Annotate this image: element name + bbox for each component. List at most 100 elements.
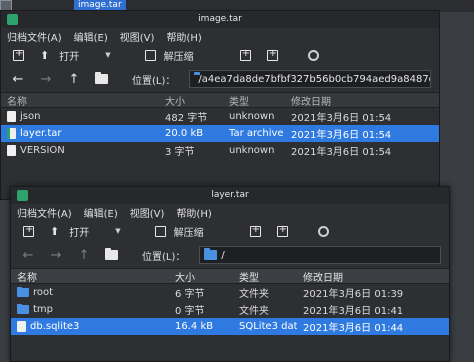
- forward-arrow-icon[interactable]: →: [39, 72, 53, 87]
- new-archive-button[interactable]: [9, 46, 28, 64]
- location-path: /: [221, 249, 225, 261]
- new-archive-icon: [13, 48, 24, 61]
- column-type[interactable]: 类型: [223, 93, 285, 108]
- folder-icon: [204, 248, 218, 260]
- add-files-icon: [249, 224, 261, 237]
- archive-window-layer-tar: layer.tar 归档文件(A) 编辑(E) 视图(V) 帮助(H) ⬆ 打开…: [10, 186, 450, 362]
- forward-arrow-icon[interactable]: →: [49, 248, 63, 263]
- row-name: root: [33, 287, 54, 298]
- row-date: 2021年3月6日 01:44: [303, 323, 404, 334]
- menu-help[interactable]: 帮助(H): [176, 205, 211, 220]
- add-folder-icon: [276, 224, 288, 237]
- extract-icon: [154, 225, 166, 237]
- table-row[interactable]: tmp 0 字节 文件夹 2021年3月6日 01:41: [11, 301, 449, 318]
- open-label: 打开: [59, 51, 80, 63]
- column-modified[interactable]: 修改日期: [285, 93, 331, 108]
- window-title: image.tar: [198, 14, 242, 24]
- stop-button[interactable]: [304, 46, 323, 64]
- column-size[interactable]: 大小: [159, 93, 223, 108]
- table-header: 名称 大小 类型 修改日期: [11, 268, 449, 284]
- table-row[interactable]: root 6 字节 文件夹 2021年3月6日 01:39: [11, 284, 449, 301]
- open-button[interactable]: ⬆ 打开 ▼: [46, 222, 125, 240]
- row-date: 2021年3月6日 01:41: [303, 306, 404, 317]
- add-folder-button[interactable]: [263, 46, 282, 64]
- table-row-selected[interactable]: db.sqlite3 16.4 kB SQLite3 dat 2021年3月6日…: [11, 318, 449, 335]
- menu-view[interactable]: 视图(V): [120, 29, 155, 44]
- toolbar: ⬆ 打开 ▼ 解压缩: [11, 220, 449, 242]
- menubar: 归档文件(A) 编辑(E) 视图(V) 帮助(H): [1, 28, 439, 44]
- row-type: Tar archive: [229, 128, 284, 139]
- table-row-selected[interactable]: layer.tar 20.0 kB Tar archive 2021年3月6日 …: [1, 125, 439, 142]
- row-date: 2021年3月6日 01:54: [291, 130, 392, 141]
- menu-archive[interactable]: 归档文件(A): [7, 29, 62, 44]
- toolbar: ⬆ 打开 ▼ 解压缩: [1, 44, 439, 66]
- location-path: /a4ea7da8de7bfbf327b56b0cb794aed9a8487d3…: [198, 73, 430, 85]
- file-icon: [17, 321, 26, 332]
- file-list: 名称 大小 类型 修改日期 json 482 字节 unknown 2021年3…: [1, 92, 439, 159]
- stop-button[interactable]: [314, 222, 333, 240]
- window-title: layer.tar: [211, 190, 249, 200]
- column-name[interactable]: 名称: [11, 269, 169, 284]
- row-size: 16.4 kB: [175, 321, 214, 332]
- column-type[interactable]: 类型: [233, 269, 297, 284]
- file-list: 名称 大小 类型 修改日期 root 6 字节 文件夹 2021年3月6日 01…: [11, 268, 449, 335]
- row-name: tmp: [33, 304, 54, 315]
- row-size: 3 字节: [165, 147, 195, 158]
- menu-archive[interactable]: 归档文件(A): [17, 205, 72, 220]
- home-folder-icon[interactable]: [95, 72, 108, 84]
- row-type: SQLite3 dat: [239, 321, 297, 332]
- back-arrow-icon[interactable]: ←: [21, 248, 35, 263]
- table-header: 名称 大小 类型 修改日期: [1, 92, 439, 108]
- stop-icon: [307, 49, 319, 61]
- stop-icon: [317, 225, 329, 237]
- extract-button[interactable]: 解压缩: [141, 46, 198, 64]
- row-type: 文件夹: [239, 306, 269, 317]
- titlebar[interactable]: layer.tar: [11, 187, 449, 204]
- menubar: 归档文件(A) 编辑(E) 视图(V) 帮助(H): [11, 204, 449, 220]
- location-field[interactable]: /a4ea7da8de7bfbf327b56b0cb794aed9a8487d3…: [189, 70, 431, 88]
- back-arrow-icon[interactable]: ←: [11, 72, 25, 87]
- extract-label: 解压缩: [163, 51, 194, 63]
- add-files-button[interactable]: [246, 222, 265, 240]
- row-name: json: [20, 111, 41, 122]
- folder-icon: [17, 287, 29, 297]
- table-row[interactable]: json 482 字节 unknown 2021年3月6日 01:54: [1, 108, 439, 125]
- menu-view[interactable]: 视图(V): [130, 205, 165, 220]
- location-field[interactable]: /: [199, 246, 441, 264]
- open-button[interactable]: ⬆ 打开 ▼: [36, 46, 115, 64]
- archive-window-image-tar: image.tar 归档文件(A) 编辑(E) 视图(V) 帮助(H) ⬆ 打开…: [0, 10, 440, 200]
- add-folder-button[interactable]: [273, 222, 292, 240]
- menu-edit[interactable]: 编辑(E): [74, 29, 108, 44]
- titlebar[interactable]: image.tar: [1, 11, 439, 28]
- home-folder-icon[interactable]: [105, 248, 118, 260]
- up-arrow-icon[interactable]: ↑: [77, 248, 91, 263]
- column-name[interactable]: 名称: [1, 93, 159, 108]
- navigation-bar: ← → ↑ 位置(L)： /a4ea7da8de7bfbf327b56b0cb7…: [1, 66, 439, 92]
- menu-edit[interactable]: 编辑(E): [84, 205, 118, 220]
- up-arrow-icon[interactable]: ↑: [67, 72, 81, 87]
- new-archive-icon: [23, 224, 34, 237]
- open-label: 打开: [69, 227, 90, 239]
- add-folder-icon: [266, 48, 278, 61]
- row-name: db.sqlite3: [30, 321, 80, 332]
- row-size: 482 字节: [165, 113, 208, 124]
- folder-icon: [17, 304, 29, 314]
- chevron-down-icon: ▼: [115, 227, 121, 235]
- row-name: VERSION: [20, 145, 65, 156]
- archive-icon: [7, 128, 16, 139]
- table-row[interactable]: VERSION 3 字节 unknown 2021年3月6日 01:54: [1, 142, 439, 159]
- extract-button[interactable]: 解压缩: [151, 222, 208, 240]
- desktop-file-label[interactable]: image.tar: [74, 0, 126, 10]
- menu-help[interactable]: 帮助(H): [166, 29, 201, 44]
- extract-icon: [144, 49, 156, 61]
- row-size: 6 字节: [175, 289, 205, 300]
- column-size[interactable]: 大小: [169, 269, 233, 284]
- open-arrow-icon: ⬆: [50, 224, 60, 238]
- row-date: 2021年3月6日 01:54: [291, 113, 392, 124]
- column-modified[interactable]: 修改日期: [297, 269, 343, 284]
- row-size: 0 字节: [175, 306, 205, 317]
- new-archive-button[interactable]: [19, 222, 38, 240]
- row-date: 2021年3月6日 01:54: [291, 147, 392, 158]
- add-files-icon: [239, 48, 251, 61]
- add-files-button[interactable]: [236, 46, 255, 64]
